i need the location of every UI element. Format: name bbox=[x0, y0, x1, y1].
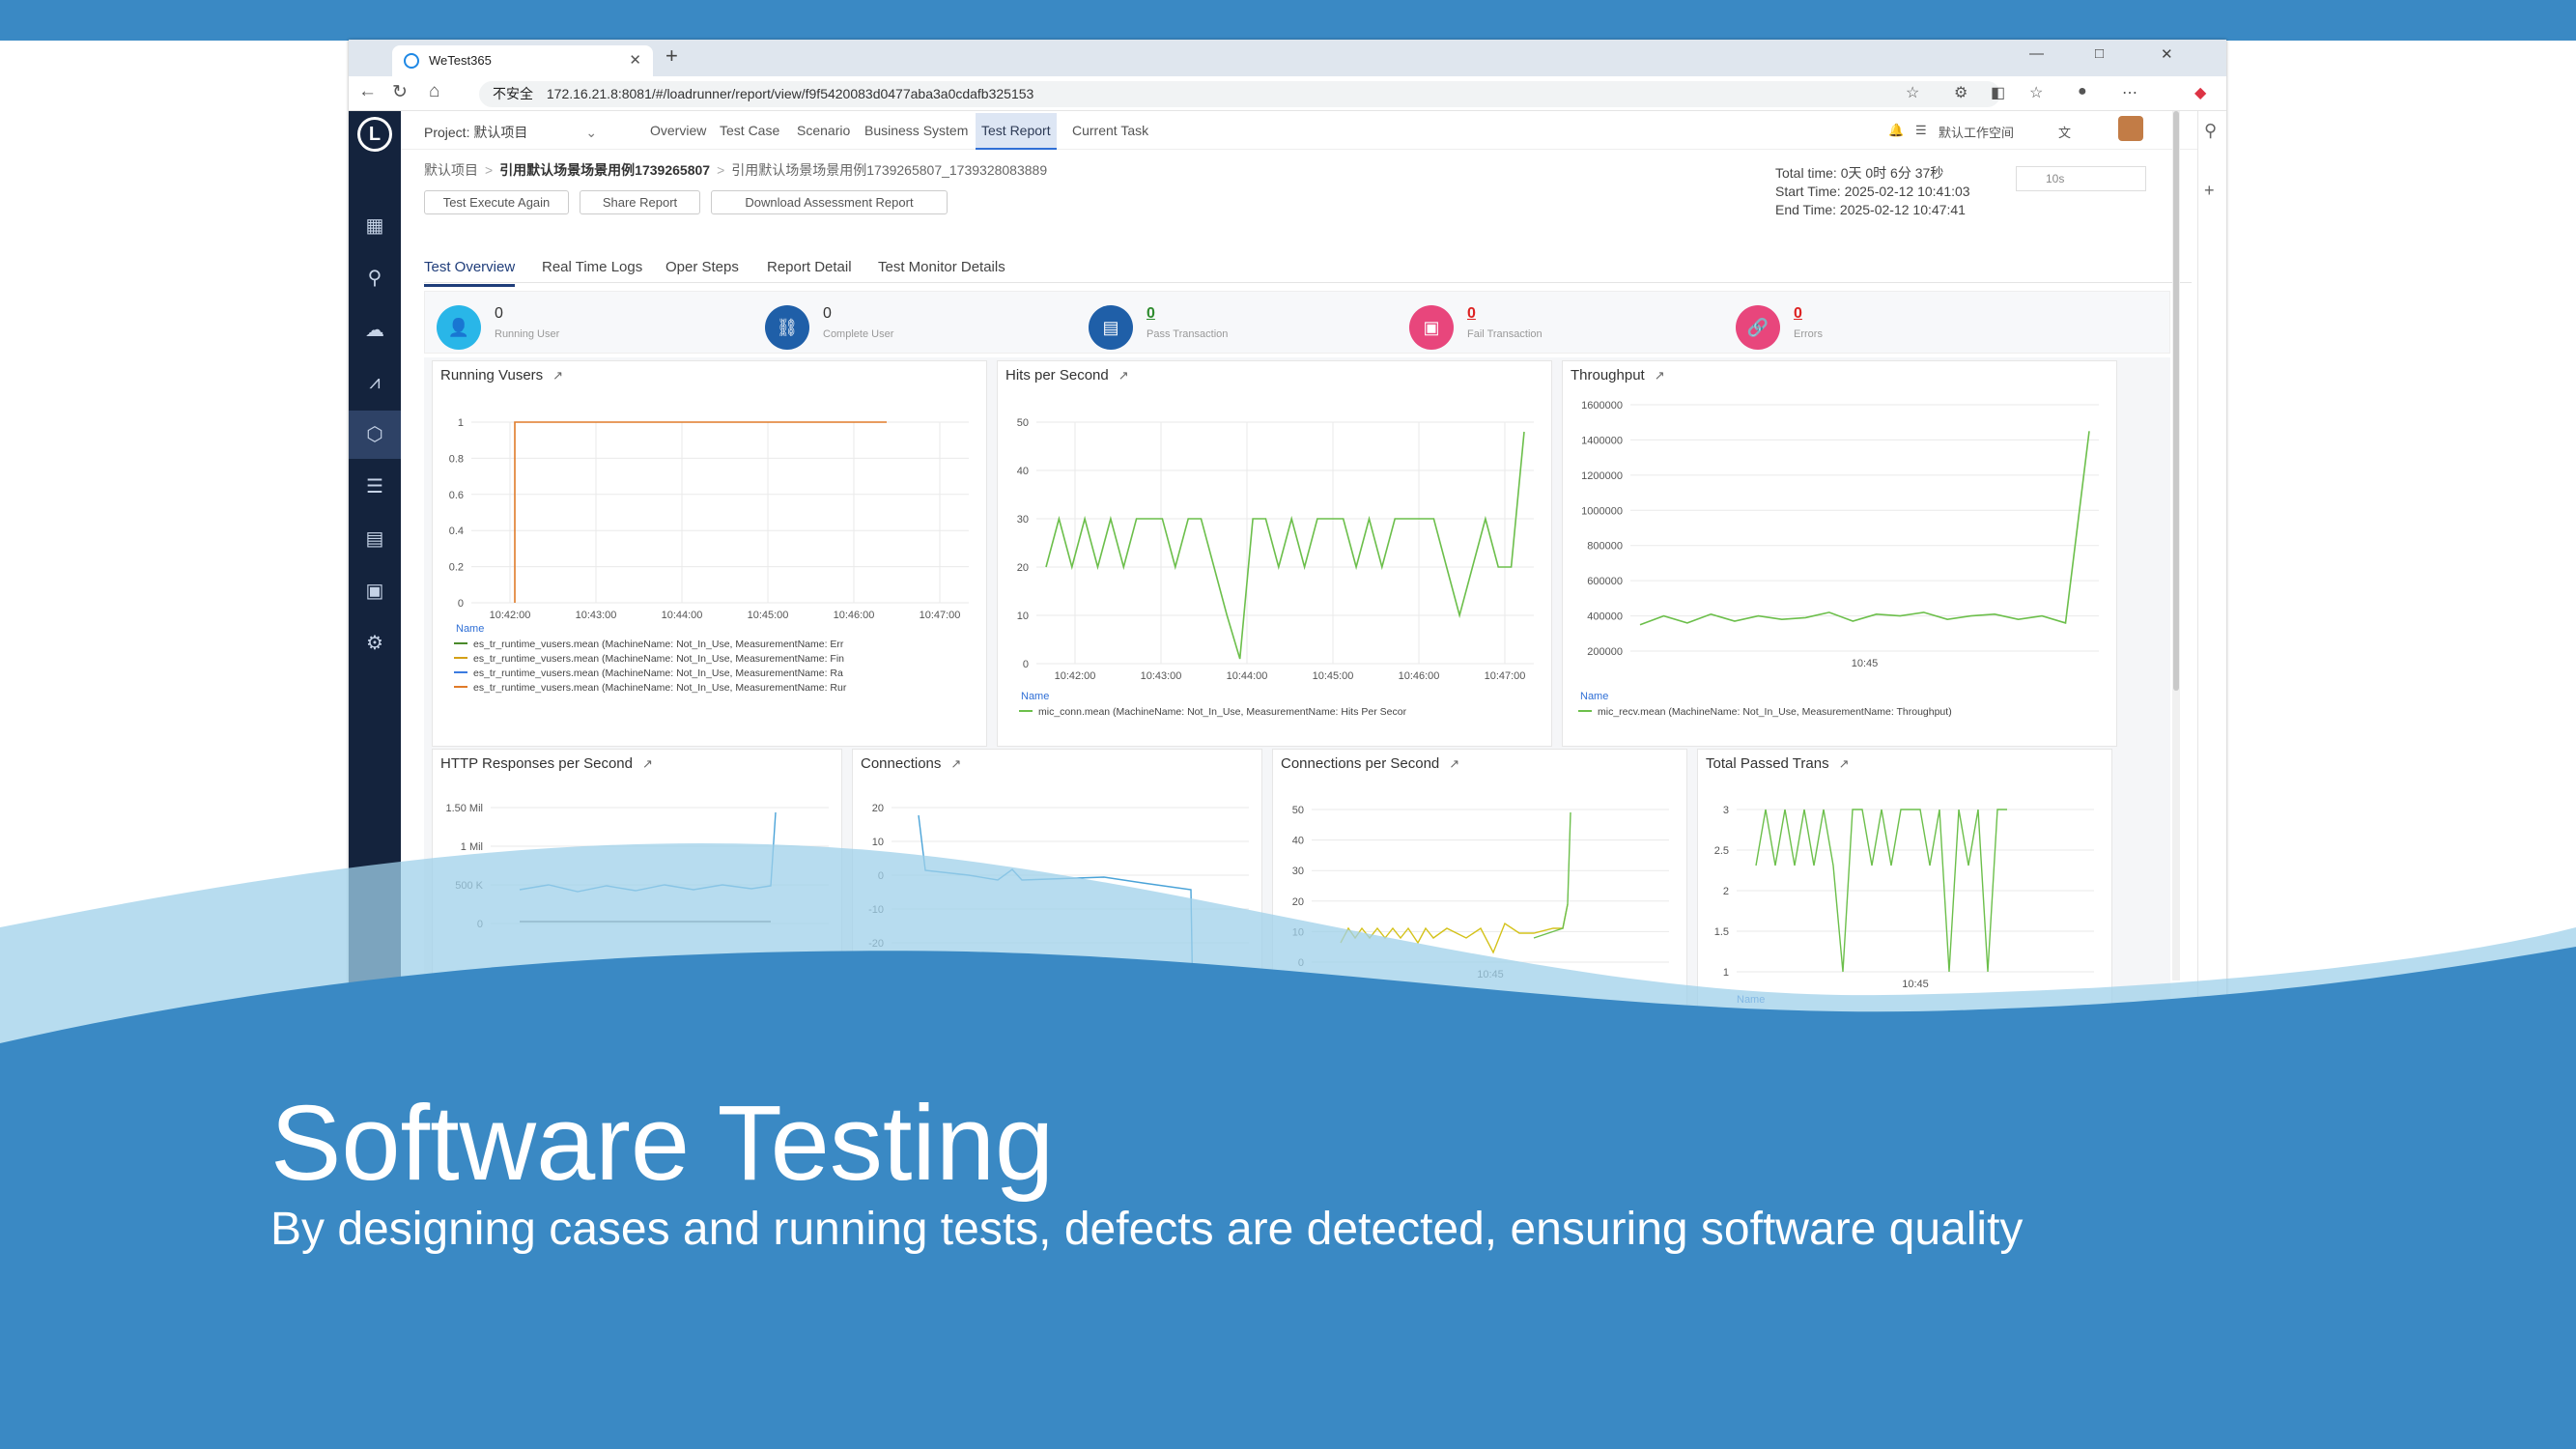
slide-subtitle: By designing cases and running tests, de… bbox=[270, 1204, 2024, 1255]
slide-title: Software Testing bbox=[270, 1084, 1055, 1203]
